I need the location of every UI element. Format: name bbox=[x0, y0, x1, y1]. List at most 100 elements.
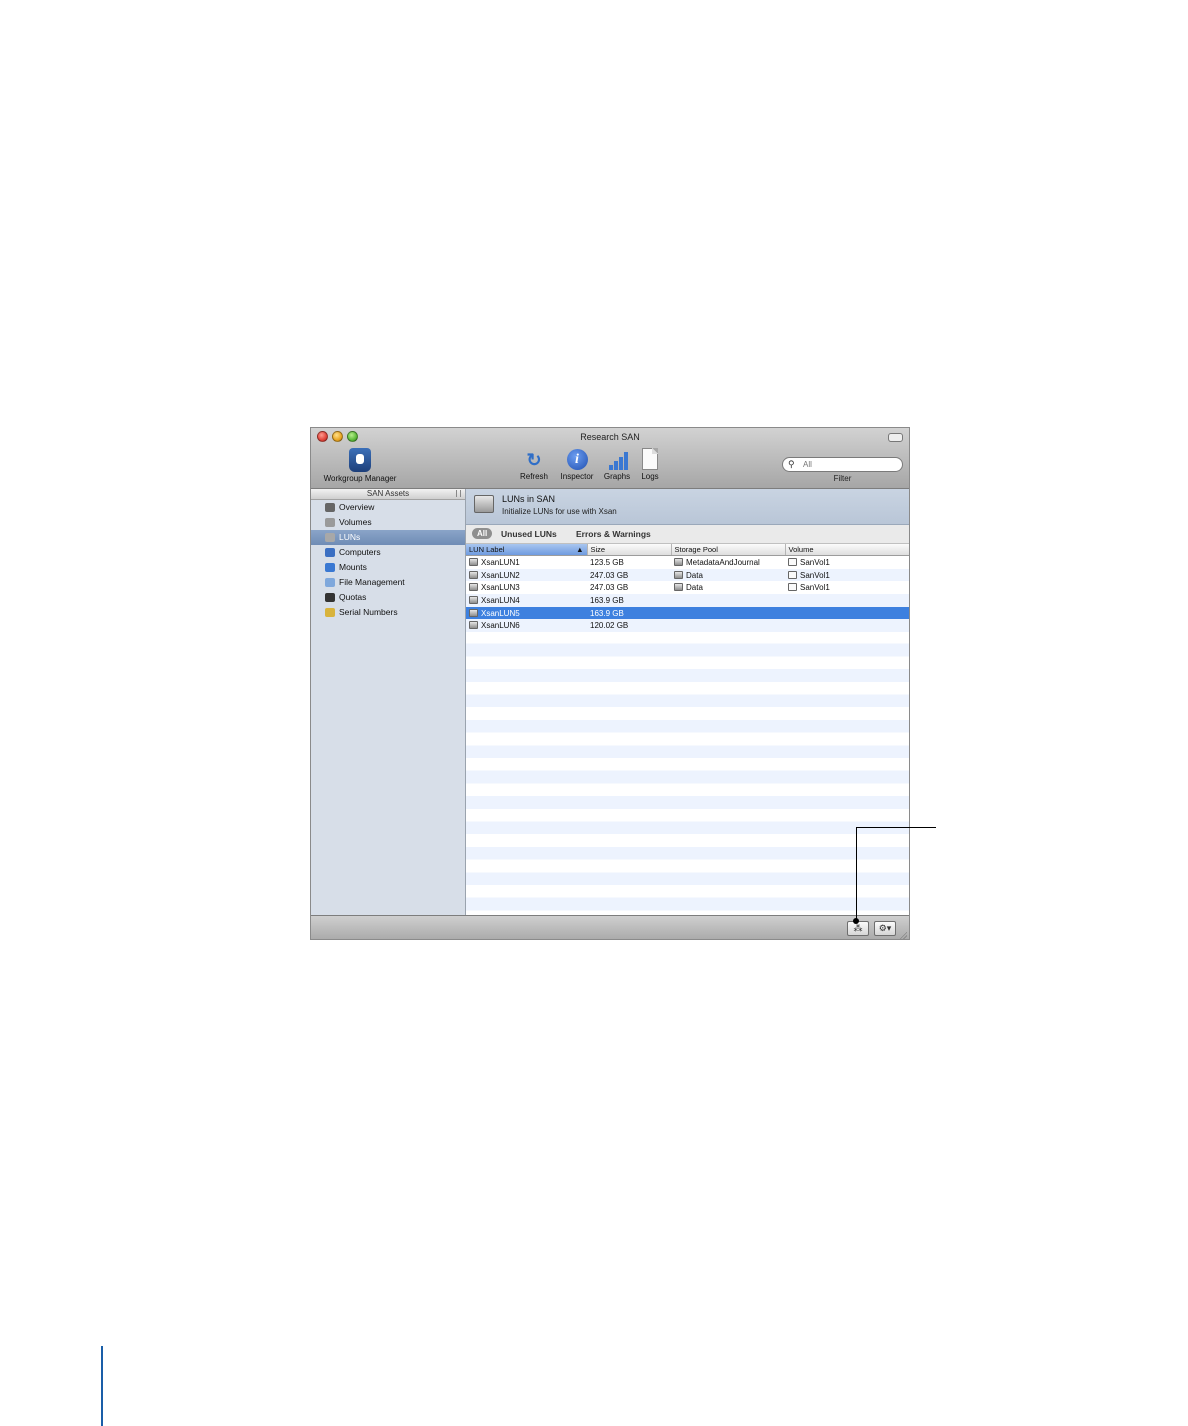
cell-text: XsanLUN2 bbox=[481, 570, 520, 580]
cell-volume bbox=[785, 606, 909, 620]
cell-label: XsanLUN6 bbox=[466, 619, 587, 633]
cell-volume: SanVol1 bbox=[785, 581, 909, 594]
main-pane: LUNs in SAN Initialize LUNs for use with… bbox=[466, 489, 909, 915]
logs-button[interactable]: Logs bbox=[639, 448, 661, 481]
gear-icon: ⚙▾ bbox=[878, 923, 892, 933]
sidebar-header-label: SAN Assets bbox=[366, 489, 410, 498]
cell-text: 163.9 GB bbox=[590, 608, 624, 618]
workgroup-manager-button[interactable]: Workgroup Manager bbox=[317, 448, 403, 483]
lun-icon bbox=[469, 570, 478, 579]
table-row[interactable]: XsanLUN2 247.03 GB Data SanVol1 bbox=[466, 568, 909, 582]
cell-label: XsanLUN5 bbox=[466, 606, 587, 620]
column-header-lun-label[interactable]: LUN Label ▲ bbox=[466, 544, 588, 556]
graphs-button[interactable]: Graphs bbox=[601, 450, 633, 481]
table-row[interactable]: XsanLUN4 163.9 GB bbox=[466, 594, 909, 607]
cell-pool: MetadataAndJournal bbox=[671, 556, 785, 569]
sidebar-item-luns[interactable]: LUNs bbox=[311, 530, 465, 545]
toolbar: Research SAN Workgroup Manager ↻ Refresh… bbox=[311, 428, 909, 489]
label-lun-icon: ⁂ bbox=[853, 923, 863, 933]
table-row[interactable]: XsanLUN6 120.02 GB bbox=[466, 619, 909, 633]
cell-label: XsanLUN2 bbox=[466, 568, 587, 582]
cell-volume: SanVol1 bbox=[785, 568, 909, 582]
sidebar-item-label: File Management bbox=[339, 577, 405, 587]
cell-text: SanVol1 bbox=[800, 583, 830, 593]
table-empty-rows bbox=[466, 631, 909, 915]
action-menu-button[interactable]: ⚙▾ bbox=[874, 921, 896, 936]
window-title: Research SAN bbox=[580, 432, 640, 442]
lun-icon bbox=[325, 533, 335, 542]
sidebar-item-label: Serial Numbers bbox=[339, 607, 398, 617]
sidebar-item-label: Computers bbox=[339, 547, 381, 557]
refresh-label: Refresh bbox=[519, 472, 548, 481]
sidebar-item-label: Quotas bbox=[339, 592, 367, 602]
cell-text: Data bbox=[686, 583, 703, 593]
volume-icon bbox=[788, 583, 797, 592]
table-row[interactable]: XsanLUN3 247.03 GB Data SanVol1 bbox=[466, 581, 909, 594]
filter-input[interactable] bbox=[803, 459, 893, 470]
sidebar-item-label: LUNs bbox=[339, 532, 361, 542]
workgroup-manager-icon bbox=[349, 448, 371, 472]
cell-size: 247.03 GB bbox=[587, 581, 671, 594]
scope-all-button[interactable]: All bbox=[472, 528, 493, 539]
cell-label: XsanLUN4 bbox=[466, 594, 587, 607]
cell-size: 120.02 GB bbox=[587, 619, 671, 633]
sidebar-item-label: Overview bbox=[339, 502, 375, 512]
table-row[interactable]: XsanLUN1 123.5 GB MetadataAndJournal SanVol… bbox=[466, 556, 909, 569]
cell-text: SanVol1 bbox=[800, 570, 830, 580]
lun-icon bbox=[469, 557, 478, 566]
logs-label: Logs bbox=[641, 472, 659, 481]
bar-chart-icon bbox=[607, 450, 628, 470]
table-row[interactable]: XsanLUN5 163.9 GB bbox=[466, 606, 909, 620]
sidebar: SAN Assets Overview Volumes LUNs Computers M… bbox=[311, 489, 466, 915]
volume-icon bbox=[325, 518, 335, 527]
column-header-storage-pool[interactable]: Storage Pool bbox=[671, 544, 786, 556]
column-header-volume[interactable]: Volume bbox=[785, 544, 909, 556]
window-resize-handle-icon[interactable] bbox=[899, 931, 907, 939]
cell-pool bbox=[671, 606, 785, 620]
lun-icon bbox=[469, 608, 478, 617]
cell-pool: Data bbox=[671, 568, 785, 582]
cell-text: 247.03 GB bbox=[590, 583, 629, 593]
filter-search-field[interactable]: ⚲ bbox=[782, 457, 903, 472]
label-lun-button[interactable]: ⁂ bbox=[847, 921, 869, 936]
sidebar-item-quotas[interactable]: Quotas bbox=[311, 590, 465, 605]
sidebar-resize-grip-icon[interactable] bbox=[456, 490, 461, 497]
inspector-button[interactable]: i Inspector bbox=[557, 449, 597, 481]
sort-ascending-icon: ▲ bbox=[576, 545, 584, 554]
page-margin-rule bbox=[101, 1346, 103, 1426]
refresh-button[interactable]: ↻ Refresh bbox=[519, 450, 549, 481]
scope-unused-luns-button[interactable]: Unused LUNs bbox=[501, 529, 557, 539]
lun-icon bbox=[469, 621, 478, 630]
cell-text: XsanLUN1 bbox=[481, 557, 520, 567]
lun-icon bbox=[469, 595, 478, 604]
sidebar-header: SAN Assets bbox=[311, 489, 465, 500]
lun-table: LUN Label ▲ Size Storage Pool Volume Xsan… bbox=[466, 544, 909, 633]
toolbar-toggle-button[interactable] bbox=[888, 433, 903, 442]
sidebar-item-file-management[interactable]: File Management bbox=[311, 575, 465, 590]
computer-icon bbox=[325, 548, 335, 557]
app-window: Research SAN Workgroup Manager ↻ Refresh… bbox=[310, 427, 910, 940]
callout-line-horizontal bbox=[856, 827, 936, 828]
volume-icon bbox=[788, 570, 797, 579]
refresh-icon: ↻ bbox=[526, 450, 542, 470]
cell-text: Data bbox=[686, 570, 703, 580]
sidebar-item-computers[interactable]: Computers bbox=[311, 545, 465, 560]
column-header-size[interactable]: Size bbox=[587, 544, 672, 556]
sidebar-item-overview[interactable]: Overview bbox=[311, 500, 465, 515]
sidebar-item-volumes[interactable]: Volumes bbox=[311, 515, 465, 530]
cell-size: 123.5 GB bbox=[587, 556, 671, 569]
info-icon: i bbox=[566, 449, 588, 470]
workgroup-manager-label: Workgroup Manager bbox=[323, 474, 397, 483]
cell-label: XsanLUN3 bbox=[466, 581, 587, 594]
cell-size: 163.9 GB bbox=[587, 606, 671, 620]
cell-text: XsanLUN3 bbox=[481, 583, 520, 593]
content-subtitle: Initialize LUNs for use with Xsan bbox=[502, 507, 617, 516]
cell-label: XsanLUN1 bbox=[466, 556, 587, 569]
search-icon[interactable]: ⚲ bbox=[788, 459, 795, 470]
sidebar-item-mounts[interactable]: Mounts bbox=[311, 560, 465, 575]
person-icon bbox=[325, 593, 335, 602]
cell-text: SanVol1 bbox=[800, 557, 830, 567]
scope-errors-warnings-button[interactable]: Errors & Warnings bbox=[576, 529, 651, 539]
sidebar-item-serial-numbers[interactable]: Serial Numbers bbox=[311, 605, 465, 620]
folder-icon bbox=[325, 578, 335, 587]
